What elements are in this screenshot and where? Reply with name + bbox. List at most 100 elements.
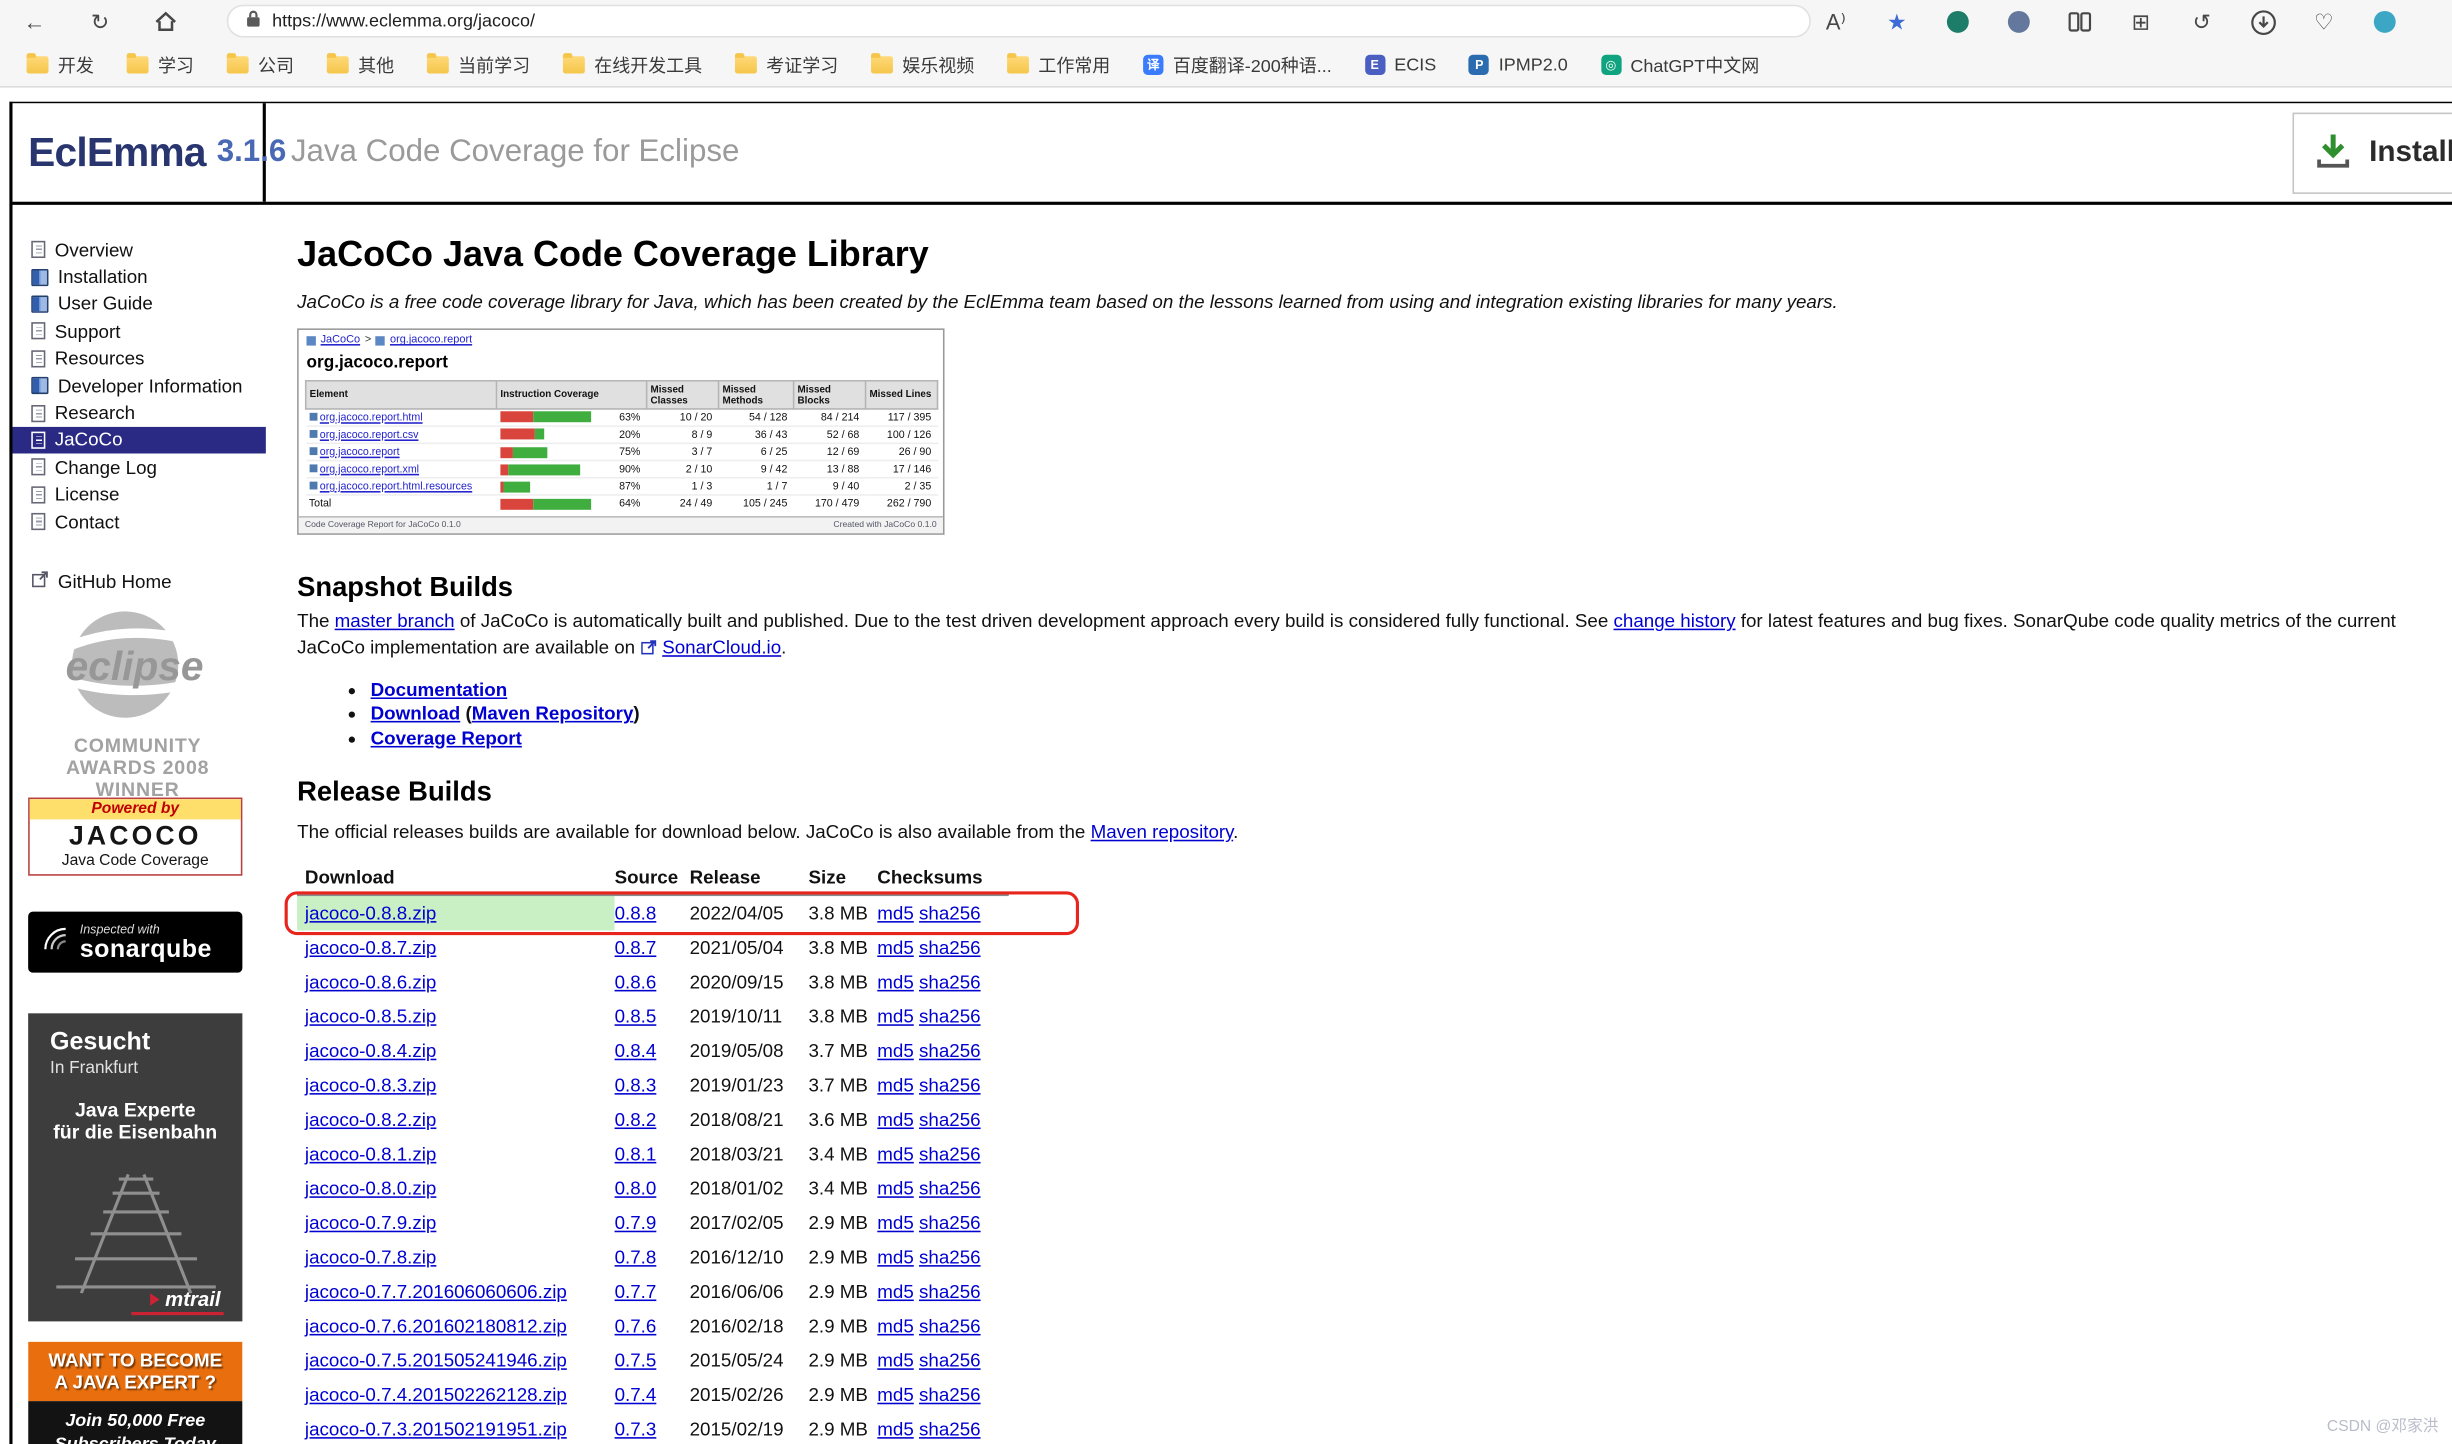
sidebar-item-user-guide[interactable]: User Guide — [13, 291, 266, 318]
md5-link[interactable]: md5 — [877, 937, 914, 959]
sidebar-item-overview[interactable]: Overview — [13, 236, 266, 263]
history-icon[interactable]: ↺ — [2183, 5, 2221, 39]
release-file-link[interactable]: jacoco-0.8.3.zip — [305, 1074, 436, 1096]
md5-link[interactable]: md5 — [877, 1178, 914, 1200]
sha256-link[interactable]: sha256 — [919, 1006, 981, 1028]
link-documentation[interactable]: Documentation — [371, 679, 508, 701]
link-coverage-report[interactable]: Coverage Report — [371, 727, 522, 749]
source-tag-link[interactable]: 0.7.3 — [615, 1418, 657, 1440]
refresh-icon[interactable]: ↻ — [81, 5, 119, 39]
bookmark-item-0[interactable]: 开发 — [13, 48, 108, 82]
bookmark-item-4[interactable]: 当前学习 — [413, 48, 544, 82]
read-aloud-icon[interactable]: A⁾ — [1817, 5, 1855, 39]
sha256-link[interactable]: sha256 — [919, 902, 981, 924]
source-tag-link[interactable]: 0.7.6 — [615, 1315, 657, 1337]
sha256-link[interactable]: sha256 — [919, 937, 981, 959]
sidebar-item-contact[interactable]: Contact — [13, 508, 266, 535]
url-text[interactable]: https://www.eclemma.org/jacoco/ — [272, 12, 535, 31]
source-tag-link[interactable]: 0.8.3 — [615, 1074, 657, 1096]
release-file-link[interactable]: jacoco-0.8.2.zip — [305, 1109, 436, 1131]
bookmark-item-12[interactable]: ◎ ChatGPT中文网 — [1587, 48, 1774, 82]
install-button[interactable]: Install — [2292, 112, 2452, 194]
sha256-link[interactable]: sha256 — [919, 1212, 981, 1234]
favorites-star-icon[interactable]: ★ — [1878, 5, 1916, 39]
source-tag-link[interactable]: 0.7.9 — [615, 1212, 657, 1234]
coverage-element-link[interactable]: org.jacoco.report.html.resources — [320, 481, 472, 492]
release-file-link[interactable]: jacoco-0.7.4.201502262128.zip — [305, 1384, 567, 1406]
md5-link[interactable]: md5 — [877, 1109, 914, 1131]
java-expert-ad-banner[interactable]: WANT TO BECOME A JAVA EXPERT ? Join 50,0… — [28, 1341, 243, 1444]
link-sonarcloud-io[interactable]: SonarCloud.io — [662, 636, 781, 658]
release-file-link[interactable]: jacoco-0.8.8.zip — [305, 902, 436, 924]
browser-essentials-icon[interactable]: ♡ — [2305, 5, 2343, 39]
md5-link[interactable]: md5 — [877, 1418, 914, 1440]
source-tag-link[interactable]: 0.8.6 — [615, 971, 657, 993]
release-file-link[interactable]: jacoco-0.8.7.zip — [305, 937, 436, 959]
sha256-link[interactable]: sha256 — [919, 1418, 981, 1440]
site-info-lock-icon[interactable] — [246, 9, 262, 32]
release-file-link[interactable]: jacoco-0.7.3.201502191951.zip — [305, 1418, 567, 1440]
md5-link[interactable]: md5 — [877, 902, 914, 924]
source-tag-link[interactable]: 0.7.7 — [615, 1281, 657, 1303]
bookmark-item-1[interactable]: 学习 — [113, 48, 208, 82]
coverage-element-link[interactable]: org.jacoco.report — [320, 447, 400, 458]
bookmark-item-9[interactable]: 译百度翻译-200种语... — [1129, 48, 1346, 82]
sidebar-item-resources[interactable]: Resources — [13, 345, 266, 372]
sonarqube-badge[interactable]: Inspected with sonarqube — [28, 911, 243, 973]
back-icon[interactable]: ← — [16, 5, 54, 39]
bookmark-item-5[interactable]: 在线开发工具 — [549, 48, 716, 82]
sidebar-item-research[interactable]: Research — [13, 399, 266, 426]
coverage-element-link[interactable]: org.jacoco.report.csv — [320, 429, 419, 440]
release-file-link[interactable]: jacoco-0.7.5.201505241946.zip — [305, 1350, 567, 1372]
extension-icon-1[interactable] — [1939, 5, 1977, 39]
md5-link[interactable]: md5 — [877, 1246, 914, 1268]
md5-link[interactable]: md5 — [877, 1315, 914, 1337]
address-bar[interactable]: https://www.eclemma.org/jacoco/ — [226, 4, 1811, 38]
md5-link[interactable]: md5 — [877, 1384, 914, 1406]
link-change-history[interactable]: change history — [1614, 610, 1736, 632]
bookmark-item-7[interactable]: 娱乐视频 — [857, 48, 988, 82]
release-file-link[interactable]: jacoco-0.8.0.zip — [305, 1178, 436, 1200]
source-tag-link[interactable]: 0.7.4 — [615, 1384, 657, 1406]
coverage-element-link[interactable]: org.jacoco.report.xml — [320, 464, 419, 475]
bookmark-item-8[interactable]: 工作常用 — [993, 48, 1124, 82]
release-file-link[interactable]: jacoco-0.7.6.201602180812.zip — [305, 1315, 567, 1337]
coverage-element-link[interactable]: org.jacoco.report.html — [320, 412, 423, 423]
bookmark-item-6[interactable]: 考证学习 — [721, 48, 852, 82]
sha256-link[interactable]: sha256 — [919, 1109, 981, 1131]
sha256-link[interactable]: sha256 — [919, 1315, 981, 1337]
release-file-link[interactable]: jacoco-0.8.6.zip — [305, 971, 436, 993]
source-tag-link[interactable]: 0.8.7 — [615, 937, 657, 959]
extension-icon-2[interactable] — [2000, 5, 2038, 39]
sha256-link[interactable]: sha256 — [919, 1040, 981, 1062]
sidebar-item-github-home[interactable]: GitHub Home — [13, 568, 266, 595]
md5-link[interactable]: md5 — [877, 1006, 914, 1028]
source-tag-link[interactable]: 0.7.5 — [615, 1350, 657, 1372]
release-file-link[interactable]: jacoco-0.8.5.zip — [305, 1006, 436, 1028]
sha256-link[interactable]: sha256 — [919, 1384, 981, 1406]
link-master-branch[interactable]: master branch — [335, 610, 455, 632]
release-file-link[interactable]: jacoco-0.7.7.201606060606.zip — [305, 1281, 567, 1303]
source-tag-link[interactable]: 0.8.0 — [615, 1178, 657, 1200]
sha256-link[interactable]: sha256 — [919, 1281, 981, 1303]
bookmark-item-10[interactable]: E ECIS — [1350, 50, 1450, 80]
breadcrumb-link[interactable]: JaCoCo — [321, 335, 361, 346]
sidebar-item-installation[interactable]: Installation — [13, 263, 266, 290]
release-file-link[interactable]: jacoco-0.7.9.zip — [305, 1212, 436, 1234]
sidebar-item-license[interactable]: License — [13, 481, 266, 508]
release-file-link[interactable]: jacoco-0.7.8.zip — [305, 1246, 436, 1268]
source-tag-link[interactable]: 0.8.4 — [615, 1040, 657, 1062]
sha256-link[interactable]: sha256 — [919, 1246, 981, 1268]
copilot-icon[interactable] — [2366, 5, 2404, 39]
eclipse-award-badge[interactable]: eclipse COMMUNITY AWARDS 2008 WINNER — [19, 602, 257, 801]
md5-link[interactable]: md5 — [877, 1074, 914, 1096]
jacoco-powered-badge[interactable]: Powered by JACOCO Java Code Coverage — [28, 797, 243, 876]
sidebar-item-change-log[interactable]: Change Log — [13, 454, 266, 481]
bookmark-item-3[interactable]: 其他 — [313, 48, 408, 82]
source-tag-link[interactable]: 0.8.2 — [615, 1109, 657, 1131]
sha256-link[interactable]: sha256 — [919, 1143, 981, 1165]
link-maven-repository[interactable]: Maven repository — [1091, 821, 1234, 843]
site-logo[interactable]: EclEmma 3.1.6 — [13, 103, 286, 202]
source-tag-link[interactable]: 0.8.5 — [615, 1006, 657, 1028]
sidebar-item-support[interactable]: Support — [13, 318, 266, 345]
